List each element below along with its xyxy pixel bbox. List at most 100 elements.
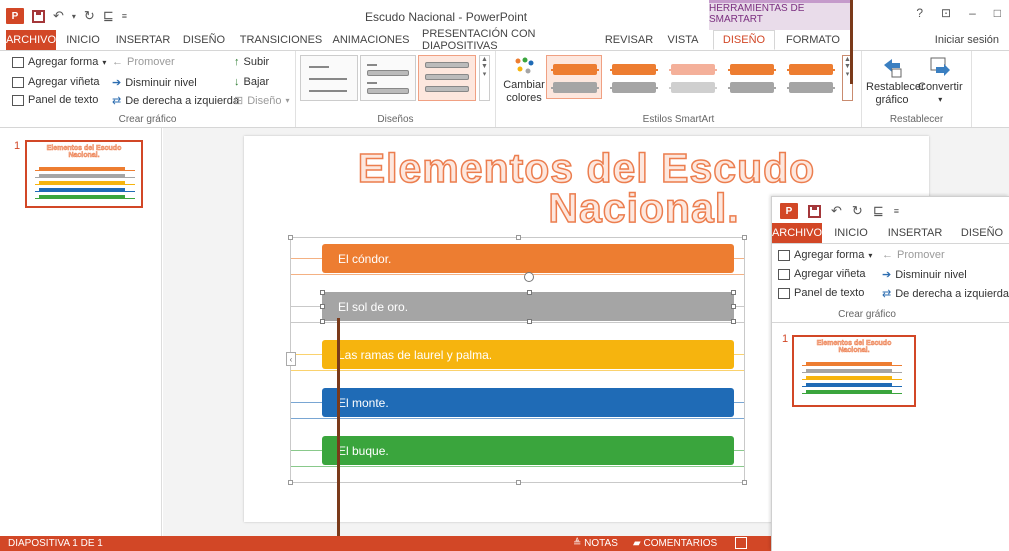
smartart-item[interactable]: Las ramas de laurel y palma. [322, 340, 734, 369]
shape-resize-handle[interactable] [731, 319, 736, 324]
shape-resize-handle[interactable] [527, 319, 532, 324]
tab-transiciones[interactable]: TRANSICIONES [240, 30, 323, 50]
tab-revisar[interactable]: REVISAR [604, 30, 654, 50]
redo-icon[interactable]: ↻ [852, 203, 863, 219]
derecha-izquierda-button[interactable]: ⇄ De derecha a izquierda [112, 94, 239, 108]
smartart-item[interactable]: El monte. [322, 388, 734, 417]
shape-resize-handle[interactable] [527, 290, 532, 295]
tab-diseno[interactable]: DISEÑO [180, 30, 228, 50]
resize-handle[interactable] [516, 480, 521, 485]
tab-insertar[interactable]: INSERTAR [114, 30, 172, 50]
more-icon[interactable]: ▾ [483, 70, 487, 78]
resize-handle[interactable] [742, 480, 747, 485]
smartart-item[interactable]: El cóndor. [322, 244, 734, 273]
promover-button[interactable]: ← Promover [882, 249, 945, 261]
presentation-icon[interactable]: ⊑ [103, 8, 114, 24]
more-icon[interactable]: ▾ [846, 70, 850, 78]
shape-resize-handle[interactable] [731, 290, 736, 295]
redo-icon[interactable]: ↻ [84, 8, 95, 24]
tab-presentacion[interactable]: PRESENTACIÓN CON DIAPOSITIVAS [422, 28, 594, 52]
smartart-frame[interactable]: El cóndor. El sol de oro. Las ramas de lau… [288, 235, 747, 485]
derecha-izquierda-button[interactable]: ⇄ De derecha a izquierda [882, 287, 1009, 301]
arrow-up-icon: ↑ [234, 56, 240, 68]
agregar-forma-button[interactable]: Agregar forma ▾ [12, 56, 106, 68]
tab-formato[interactable]: FORMATO [782, 30, 844, 50]
shape-resize-handle[interactable] [320, 304, 325, 309]
diseno-button[interactable]: ⊞ Diseño ▾ [234, 94, 289, 108]
resize-handle[interactable] [288, 235, 293, 240]
promover-button[interactable]: ← Promover [112, 56, 175, 68]
smartart-style-option[interactable] [546, 55, 602, 99]
disminuir-nivel-button[interactable]: ➔ Disminuir nivel [112, 76, 197, 90]
tab-archivo[interactable]: ARCHIVO [772, 223, 822, 243]
tab-diseno[interactable]: DISEÑO [958, 223, 1006, 243]
presentation-icon[interactable]: ⊑ [873, 203, 884, 219]
subir-button[interactable]: ↑ Subir [234, 56, 269, 68]
bajar-button[interactable]: ↓ Bajar [234, 76, 269, 88]
customize-qat-icon[interactable]: ≡ [894, 206, 899, 216]
disminuir-nivel-button[interactable]: ➔ Disminuir nivel [882, 268, 967, 282]
thumbnail-title: Elementos del Escudo Nacional. [816, 340, 892, 355]
undo-dropdown-icon[interactable]: ▾ [72, 12, 76, 21]
tab-archivo[interactable]: ARCHIVO [6, 30, 56, 50]
undo-icon[interactable]: ↶ [831, 203, 842, 219]
thumbnail-number: 1 [782, 333, 789, 345]
tab-inicio[interactable]: INICIO [62, 30, 104, 50]
smartart-style-option[interactable] [723, 55, 779, 99]
notes-button[interactable]: ≜ NOTAS [573, 538, 618, 549]
customize-qat-icon[interactable]: ≡ [122, 11, 127, 21]
agregar-vineta-button[interactable]: Agregar viñeta [778, 268, 866, 280]
arrow-down-icon: ↓ [234, 76, 240, 88]
layouts-gallery-scroll[interactable]: ▲ ▼ ▾ [479, 55, 490, 101]
tab-insertar[interactable]: INSERTAR [886, 223, 944, 243]
help-button[interactable]: ? [916, 6, 923, 20]
normal-view-icon[interactable] [735, 537, 747, 549]
inset-ribbon-tabs: ARCHIVO INICIO INSERTAR DISEÑO [772, 223, 1009, 243]
minimize-button[interactable]: – [969, 6, 976, 20]
layout-option-2[interactable] [360, 55, 416, 101]
smartart-style-option[interactable] [605, 55, 661, 99]
smartart-style-option[interactable] [664, 55, 720, 99]
resize-handle[interactable] [516, 235, 521, 240]
agregar-vineta-button[interactable]: Agregar viñeta [12, 76, 100, 88]
arrow-left-icon: ← [112, 56, 123, 68]
scroll-up-icon[interactable]: ▲ [481, 56, 488, 63]
maximize-button[interactable]: □ [994, 6, 1001, 20]
undo-icon[interactable]: ↶ [53, 8, 64, 24]
ribbon-display-button[interactable]: ⊡ [941, 6, 951, 20]
shape-resize-handle[interactable] [320, 290, 325, 295]
cambiar-colores-button[interactable]: Cambiar colores [502, 57, 546, 105]
tab-animaciones[interactable]: ANIMACIONES [332, 30, 410, 50]
comments-button[interactable]: ▰ COMENTARIOS [633, 538, 717, 549]
save-icon[interactable] [808, 204, 821, 218]
save-icon[interactable] [32, 9, 45, 23]
group-label: Estilos SmartArt [642, 114, 715, 125]
thumbnail-number: 1 [14, 140, 21, 152]
slide-thumbnail[interactable]: Elementos del Escudo Nacional. [25, 140, 143, 208]
inset-thumbnails-pane: 1 Elementos del Escudo Nacional. [772, 323, 1009, 551]
tab-vista[interactable]: VISTA [662, 30, 704, 50]
shape-resize-handle[interactable] [320, 319, 325, 324]
tab-smartart-diseno[interactable]: DISEÑO [713, 30, 775, 50]
signin-link[interactable]: Iniciar sesión [935, 34, 999, 46]
layout-option-selected[interactable] [418, 55, 476, 101]
tab-inicio[interactable]: INICIO [830, 223, 872, 243]
thumbnail-bar [39, 167, 125, 171]
slide-thumbnail[interactable]: Elementos del Escudo Nacional. [792, 335, 916, 407]
smartart-item[interactable]: El sol de oro. [322, 292, 734, 321]
thumbnail-bar [806, 383, 892, 387]
layout-option-1[interactable] [300, 55, 358, 101]
resize-handle[interactable] [742, 235, 747, 240]
rotate-handle[interactable] [524, 272, 534, 282]
panel-de-texto-button[interactable]: Panel de texto [12, 94, 98, 106]
panel-de-texto-button[interactable]: Panel de texto [778, 287, 864, 299]
restablecer-grafico-button[interactable]: Restablecer gráfico [866, 55, 925, 107]
smartart-item[interactable]: El buque. [322, 436, 734, 465]
smartart-style-option[interactable] [782, 55, 838, 99]
agregar-forma-button[interactable]: Agregar forma ▾ [778, 249, 872, 261]
text-pane-toggle[interactable]: ‹ [286, 352, 296, 366]
resize-handle[interactable] [288, 480, 293, 485]
shape-resize-handle[interactable] [731, 304, 736, 309]
scroll-down-icon[interactable]: ▼ [481, 63, 488, 70]
convertir-button[interactable]: Convertir ▾ [918, 55, 963, 104]
